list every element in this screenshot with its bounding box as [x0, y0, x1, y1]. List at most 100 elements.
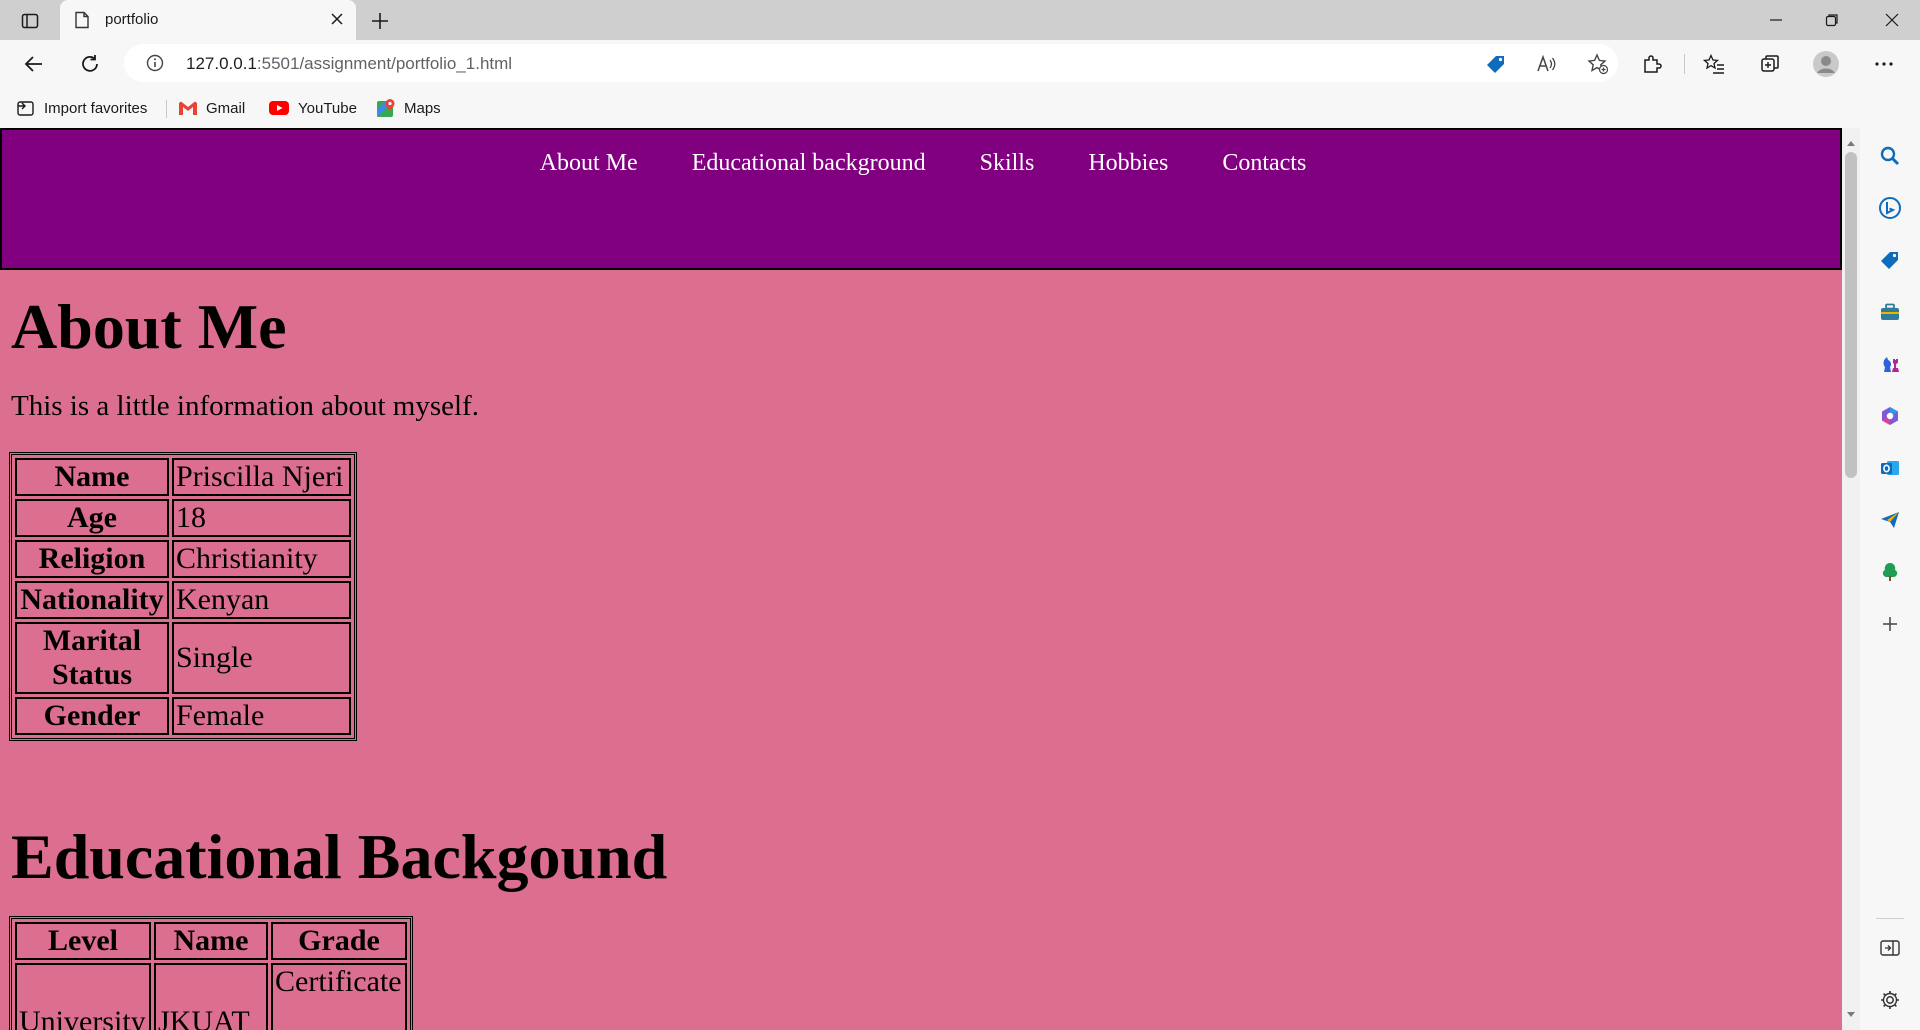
- refresh-button[interactable]: [72, 46, 108, 82]
- sidebar-outlook-button[interactable]: [1876, 454, 1904, 482]
- collections-button[interactable]: [1752, 46, 1788, 82]
- sidebar-add-button[interactable]: [1876, 610, 1904, 638]
- cell-name: JKUAT: [154, 963, 268, 1030]
- column-header: Name: [154, 922, 268, 960]
- table-row: Nationality Kenyan: [15, 581, 351, 619]
- education-table: Level Name Grade University JKUAT Certif…: [9, 916, 413, 1030]
- add-favorite-icon[interactable]: [1586, 52, 1610, 76]
- restore-button[interactable]: [1804, 0, 1860, 40]
- scroll-up-arrow-icon[interactable]: [1846, 134, 1856, 152]
- close-window-button[interactable]: [1864, 0, 1920, 40]
- favorite-gmail[interactable]: Gmail: [178, 96, 245, 120]
- plus-icon: [1883, 617, 1897, 631]
- plus-icon: [372, 13, 388, 29]
- favorites-list-icon: [1703, 53, 1724, 74]
- favorites-bar: Import favorites Gmail YouTube Maps: [0, 88, 1920, 128]
- tab-actions-icon: [21, 13, 39, 29]
- page-viewport: About Me Educational background Skills H…: [0, 128, 1842, 1030]
- games-chess-icon: [1883, 357, 1899, 372]
- import-icon: [17, 101, 34, 116]
- page-scrollbar[interactable]: [1842, 128, 1860, 1030]
- table-row: Gender Female: [15, 697, 351, 735]
- favorite-label: Maps: [404, 99, 441, 117]
- sidebar-tools-button[interactable]: [1876, 298, 1904, 326]
- gmail-icon: [179, 101, 197, 115]
- collections-icon: [1761, 55, 1779, 72]
- favorite-label: Import favorites: [44, 99, 148, 117]
- about-me-intro: This is a little information about mysel…: [11, 390, 479, 422]
- cell-level: University: [15, 963, 151, 1030]
- sidebar-settings-button[interactable]: [1876, 986, 1904, 1014]
- sidebar-hide-button[interactable]: [1876, 934, 1904, 962]
- toolbox-icon: [1881, 303, 1899, 320]
- nav-link-contacts[interactable]: Contacts: [1222, 150, 1306, 177]
- close-icon: [1885, 13, 1899, 27]
- read-aloud-icon[interactable]: [1534, 52, 1558, 76]
- row-label: Religion: [15, 540, 169, 578]
- site-navigation: About Me Educational background Skills H…: [0, 128, 1842, 270]
- nav-link-about-me[interactable]: About Me: [540, 150, 638, 177]
- favorite-youtube[interactable]: YouTube: [268, 96, 357, 120]
- site-info-icon[interactable]: [146, 54, 164, 77]
- address-bar[interactable]: 127.0.0.1:5501/assignment/portfolio_1.ht…: [124, 44, 1618, 82]
- favorite-label: Gmail: [206, 99, 246, 117]
- back-button[interactable]: [16, 46, 52, 82]
- scroll-down-arrow-icon[interactable]: [1846, 1006, 1856, 1024]
- row-label: Gender: [15, 697, 169, 735]
- url-host: 127.0.0.1: [186, 54, 257, 73]
- sidebar-office-button[interactable]: [1876, 402, 1904, 430]
- favorite-label: YouTube: [298, 99, 357, 117]
- sidebar-tree-button[interactable]: [1876, 558, 1904, 586]
- new-tab-button[interactable]: [368, 9, 392, 33]
- maps-icon: [377, 99, 395, 117]
- refresh-icon: [82, 55, 98, 72]
- sidebar-bing-chat-button[interactable]: [1876, 194, 1904, 222]
- tree-icon: [1882, 563, 1898, 581]
- sidebar-games-button[interactable]: [1876, 350, 1904, 378]
- row-value: Kenyan: [172, 581, 351, 619]
- shopping-tag-icon[interactable]: [1484, 52, 1508, 76]
- collapse-sidebar-icon: [1880, 940, 1900, 956]
- sidebar-shopping-button[interactable]: [1876, 246, 1904, 274]
- toolbar-divider: [1684, 54, 1685, 74]
- about-me-table: Name Priscilla Njeri Age 18 Religion Chr…: [9, 452, 357, 741]
- gear-icon: [1881, 991, 1899, 1009]
- browser-toolbar: 127.0.0.1:5501/assignment/portfolio_1.ht…: [0, 40, 1920, 88]
- profile-button[interactable]: [1808, 46, 1844, 82]
- outlook-icon: [1881, 461, 1899, 475]
- favorite-maps[interactable]: Maps: [376, 96, 441, 120]
- minimize-icon: [1770, 19, 1782, 21]
- edge-sidebar: [1860, 128, 1920, 1030]
- scrollbar-thumb[interactable]: [1845, 152, 1857, 478]
- tab-strip: portfolio: [0, 0, 1920, 40]
- minimize-button[interactable]: [1748, 0, 1804, 40]
- sidebar-divider: [1876, 918, 1904, 919]
- row-label: Name: [15, 458, 169, 496]
- favorite-import[interactable]: Import favorites: [16, 96, 147, 120]
- puzzle-icon: [1644, 55, 1662, 73]
- favorites-button[interactable]: [1696, 46, 1732, 82]
- table-row: Religion Christianity: [15, 540, 351, 578]
- shopping-tag-icon: [1881, 252, 1898, 269]
- back-arrow-icon: [24, 56, 42, 72]
- favorites-divider: [166, 100, 167, 118]
- column-header: Level: [15, 922, 151, 960]
- extensions-button[interactable]: [1634, 46, 1670, 82]
- tab-actions-menu-button[interactable]: [12, 6, 48, 36]
- nav-link-educational-background[interactable]: Educational background: [692, 150, 926, 177]
- table-header-row: Level Name Grade: [15, 922, 407, 960]
- nav-link-hobbies[interactable]: Hobbies: [1088, 150, 1168, 177]
- settings-more-button[interactable]: [1866, 46, 1902, 82]
- close-tab-icon[interactable]: [330, 12, 344, 31]
- sidebar-search-button[interactable]: [1876, 142, 1904, 170]
- nav-link-skills[interactable]: Skills: [980, 150, 1035, 177]
- row-value: 18: [172, 499, 351, 537]
- sidebar-drop-button[interactable]: [1876, 506, 1904, 534]
- table-row: Name Priscilla Njeri: [15, 458, 351, 496]
- tab-title: portfolio: [105, 11, 159, 28]
- more-dots-icon: [1875, 62, 1893, 66]
- browser-tab[interactable]: portfolio: [60, 0, 356, 40]
- restore-icon: [1825, 14, 1838, 27]
- youtube-icon: [269, 101, 289, 115]
- about-me-heading: About Me: [11, 291, 287, 362]
